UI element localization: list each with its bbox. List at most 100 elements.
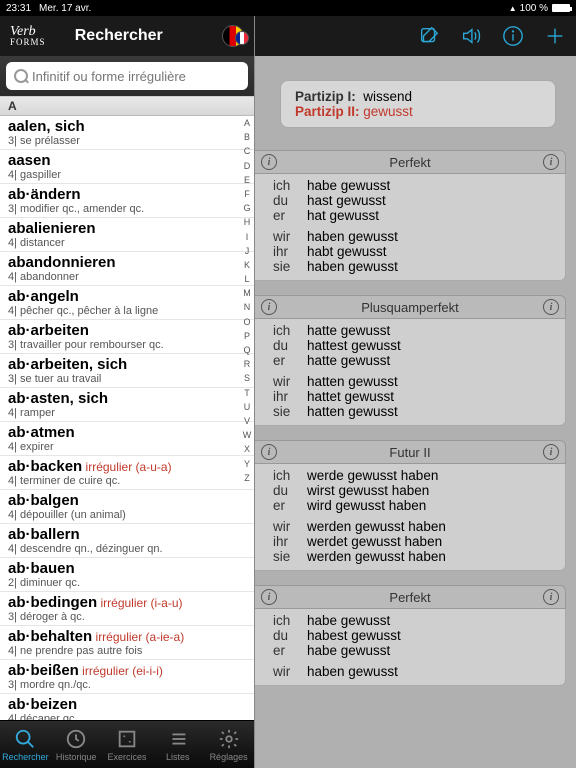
index-letter[interactable]: W bbox=[241, 430, 253, 440]
verb-form: hatten gewusst bbox=[307, 374, 398, 389]
tab-exercices[interactable]: Exercices bbox=[102, 721, 153, 768]
pronoun: ich bbox=[273, 468, 307, 483]
index-letter[interactable]: E bbox=[241, 175, 253, 185]
conjugation-row: ichhabe gewusst bbox=[273, 178, 565, 193]
index-letter[interactable]: I bbox=[241, 232, 253, 242]
tab-rechercher[interactable]: Rechercher bbox=[0, 721, 51, 768]
index-letter[interactable]: B bbox=[241, 132, 253, 142]
index-letter[interactable]: C bbox=[241, 146, 253, 156]
pronoun: ihr bbox=[273, 389, 307, 404]
list-item[interactable]: ab·atmen4| expirer bbox=[0, 422, 254, 456]
right-header bbox=[255, 16, 576, 56]
info-icon[interactable]: i bbox=[261, 589, 277, 605]
list-item[interactable]: ab·beizen4| décaper qc. bbox=[0, 694, 254, 720]
list-item[interactable]: aalen, sich3| se prélasser bbox=[0, 116, 254, 150]
verb-word: ab·backen irrégulier (a-u-a) bbox=[8, 458, 242, 475]
plus-icon[interactable] bbox=[544, 25, 566, 47]
tab-listes[interactable]: Listes bbox=[152, 721, 203, 768]
tab-bar: Rechercher Historique Exercices Listes R… bbox=[0, 720, 254, 768]
list-item[interactable]: abandonnieren4| abandonner bbox=[0, 252, 254, 286]
index-letter[interactable]: P bbox=[241, 331, 253, 341]
index-letter[interactable]: V bbox=[241, 416, 253, 426]
index-letter[interactable]: R bbox=[241, 359, 253, 369]
verb-form: hast gewusst bbox=[307, 193, 386, 208]
pronoun: sie bbox=[273, 404, 307, 419]
index-rail[interactable]: ABCDEFGHIJKLMNOPQRSTUVWXYZ bbox=[241, 118, 253, 720]
list-item[interactable]: ab·arbeiten, sich3| se tuer au travail bbox=[0, 354, 254, 388]
info-icon[interactable]: i bbox=[543, 444, 559, 460]
index-letter[interactable]: X bbox=[241, 444, 253, 454]
compose-icon[interactable] bbox=[418, 25, 440, 47]
index-letter[interactable]: K bbox=[241, 260, 253, 270]
search-input[interactable] bbox=[6, 62, 248, 90]
info-icon[interactable] bbox=[502, 25, 524, 47]
verb-word: ab·beißen irrégulier (ei-i-i) bbox=[8, 662, 242, 679]
pronoun: du bbox=[273, 193, 307, 208]
index-letter[interactable]: S bbox=[241, 373, 253, 383]
info-icon[interactable]: i bbox=[261, 154, 277, 170]
list-item[interactable]: ab·ändern3| modifier qc., amender qc. bbox=[0, 184, 254, 218]
index-letter[interactable]: Y bbox=[241, 459, 253, 469]
language-flag-icon[interactable] bbox=[222, 25, 244, 47]
tense-block: iPlusquamperfektiichhatte gewusstduhatte… bbox=[255, 295, 566, 426]
list-item[interactable]: abalienieren4| distancer bbox=[0, 218, 254, 252]
irregular-tag: irrégulier (i-a-u) bbox=[97, 596, 182, 610]
list-item[interactable]: ab·ballern4| descendre qn., dézinguer qn… bbox=[0, 524, 254, 558]
verb-form: habe gewusst bbox=[307, 613, 390, 628]
pronoun: ihr bbox=[273, 244, 307, 259]
index-letter[interactable]: Q bbox=[241, 345, 253, 355]
verb-word: ab·ballern bbox=[8, 526, 242, 543]
list-item[interactable]: ab·balgen4| dépouiller (un animal) bbox=[0, 490, 254, 524]
info-icon[interactable]: i bbox=[543, 299, 559, 315]
pronoun: ich bbox=[273, 178, 307, 193]
verb-list[interactable]: A aalen, sich3| se prélasseraasen4| gasp… bbox=[0, 96, 254, 720]
conjugation-row: ichhatte gewusst bbox=[273, 323, 565, 338]
index-letter[interactable]: J bbox=[241, 246, 253, 256]
list-item[interactable]: ab·bauen2| diminuer qc. bbox=[0, 558, 254, 592]
index-letter[interactable]: L bbox=[241, 274, 253, 284]
index-letter[interactable]: T bbox=[241, 388, 253, 398]
tab-label: Historique bbox=[56, 752, 97, 762]
tense-header: iPlusquamperfekti bbox=[255, 295, 566, 319]
index-letter[interactable]: D bbox=[241, 161, 253, 171]
tense-name: Futur II bbox=[283, 445, 537, 460]
tense-body: ichhabe gewusstduhabest gewussterhabe ge… bbox=[255, 609, 566, 686]
info-icon[interactable]: i bbox=[543, 589, 559, 605]
index-letter[interactable]: O bbox=[241, 317, 253, 327]
conjugation-body[interactable]: Partizip I: wissend Partizip II: gewusst… bbox=[255, 56, 576, 768]
index-letter[interactable]: N bbox=[241, 302, 253, 312]
list-item[interactable]: ab·angeln4| pêcher qc., pêcher à la lign… bbox=[0, 286, 254, 320]
index-letter[interactable]: H bbox=[241, 217, 253, 227]
index-letter[interactable]: M bbox=[241, 288, 253, 298]
tab-reglages[interactable]: Réglages bbox=[203, 721, 254, 768]
verb-word: ab·beizen bbox=[8, 696, 242, 713]
list-item[interactable]: ab·backen irrégulier (a-u-a)4| terminer … bbox=[0, 456, 254, 490]
list-item[interactable]: ab·behalten irrégulier (a-ie-a)4| ne pre… bbox=[0, 626, 254, 660]
tab-label: Rechercher bbox=[2, 752, 49, 762]
left-panel: Verb FORMS Rechercher A aalen, sich3| se… bbox=[0, 16, 255, 768]
info-icon[interactable]: i bbox=[261, 444, 277, 460]
verb-definition: 3| déroger à qc. bbox=[8, 611, 242, 623]
list-item[interactable]: ab·asten, sich4| ramper bbox=[0, 388, 254, 422]
conjugation-row: wirhaben gewusst bbox=[273, 664, 565, 679]
list-item[interactable]: ab·arbeiten3| travailler pour rembourser… bbox=[0, 320, 254, 354]
index-letter[interactable]: F bbox=[241, 189, 253, 199]
index-letter[interactable]: G bbox=[241, 203, 253, 213]
verb-form: wirst gewusst haben bbox=[307, 483, 429, 498]
list-item[interactable]: aasen4| gaspiller bbox=[0, 150, 254, 184]
info-icon[interactable]: i bbox=[543, 154, 559, 170]
index-letter[interactable]: A bbox=[241, 118, 253, 128]
list-item[interactable]: ab·bedingen irrégulier (i-a-u)3| déroger… bbox=[0, 592, 254, 626]
pronoun: ihr bbox=[273, 534, 307, 549]
conjugation-row: erhat gewusst bbox=[273, 208, 565, 223]
info-icon[interactable]: i bbox=[261, 299, 277, 315]
index-letter[interactable]: Z bbox=[241, 473, 253, 483]
pronoun: sie bbox=[273, 549, 307, 564]
sound-icon[interactable] bbox=[460, 25, 482, 47]
verb-form: habe gewusst bbox=[307, 178, 390, 193]
pronoun: er bbox=[273, 643, 307, 658]
tab-historique[interactable]: Historique bbox=[51, 721, 102, 768]
index-letter[interactable]: U bbox=[241, 402, 253, 412]
list-item[interactable]: ab·beißen irrégulier (ei-i-i)3| mordre q… bbox=[0, 660, 254, 694]
verb-definition: 4| terminer de cuire qc. bbox=[8, 475, 242, 487]
